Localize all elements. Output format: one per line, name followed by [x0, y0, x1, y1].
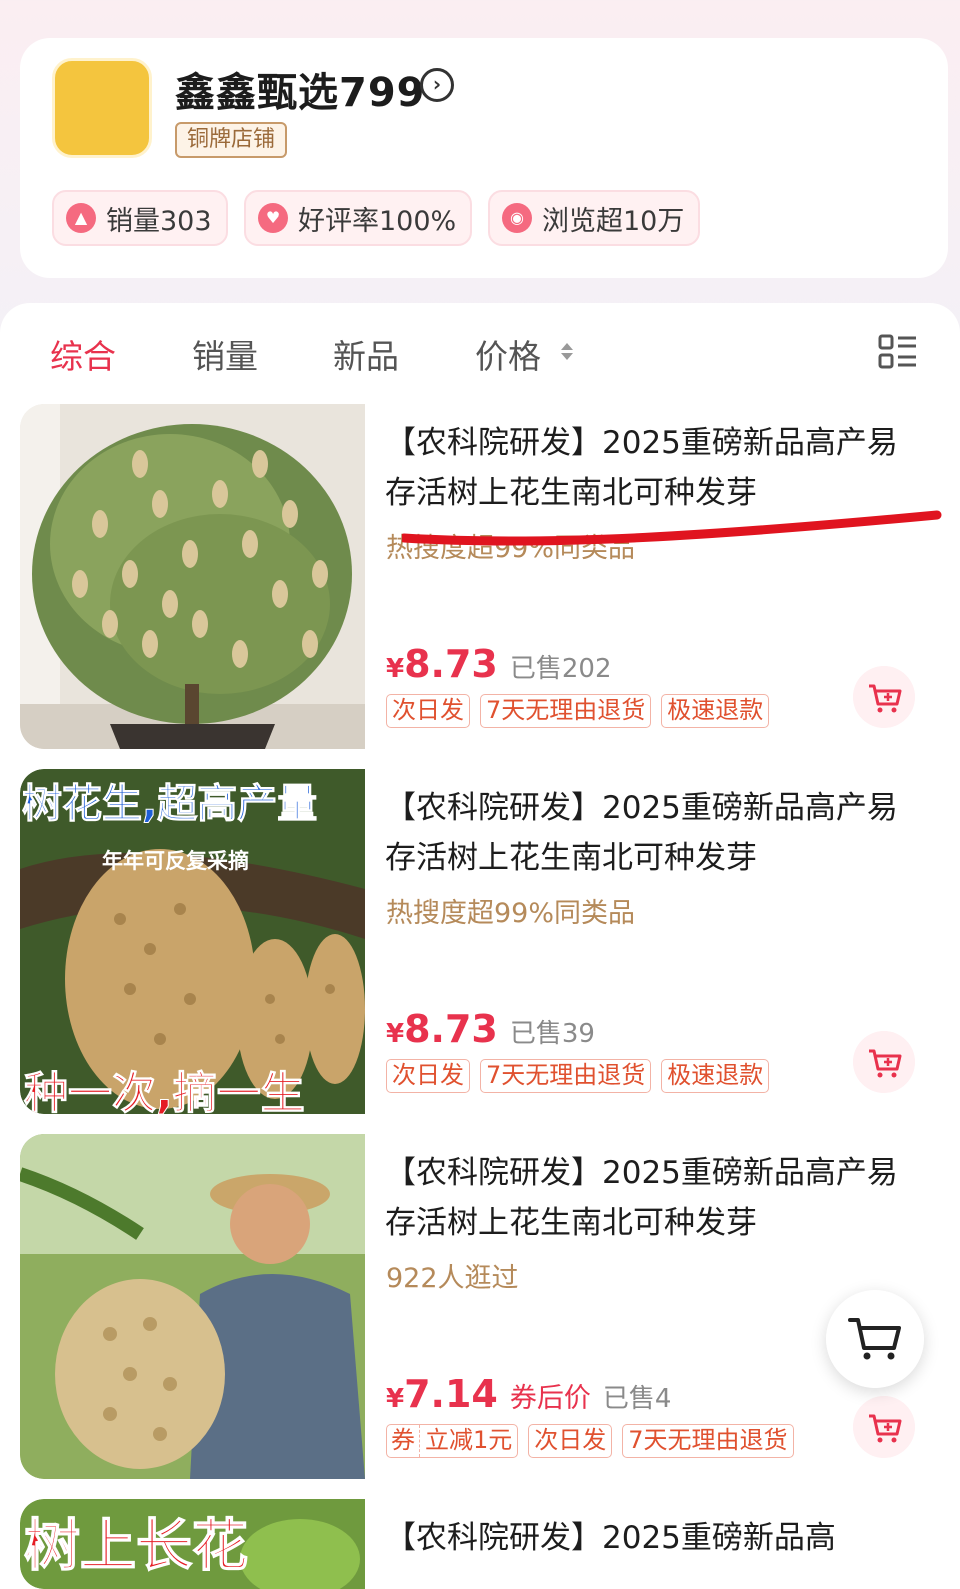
price-row: ¥ 7.14 券后价 已售4: [386, 1372, 671, 1416]
product-card[interactable]: 【农科院研发】2025重磅新品高产易存活树上花生南北可种发芽 热搜度超99%同类…: [20, 404, 948, 749]
currency-symbol: ¥: [386, 654, 405, 684]
product-price: 8.73: [404, 1007, 498, 1051]
currency-symbol: ¥: [386, 1384, 405, 1414]
sort-caret-icon[interactable]: [560, 341, 574, 363]
tag-list: 次日发 7天无理由退货 极速退款: [386, 694, 770, 728]
layout-toggle-icon[interactable]: [878, 334, 918, 370]
tag-next-day: 次日发: [386, 694, 470, 728]
tag-next-day: 次日发: [528, 1424, 613, 1458]
sold-count: 已售202: [509, 654, 612, 684]
stat-views-label: 浏览超10万: [542, 205, 685, 237]
coupon-after-label: 券后价: [509, 1383, 591, 1414]
tag-refund: 极速退款: [661, 694, 770, 728]
tag-return: 7天无理由退货: [480, 694, 652, 728]
sold-count: 已售4: [602, 1384, 672, 1414]
product-title[interactable]: 【农科院研发】2025重磅新品高产易存活树上花生南北可种发芽: [385, 1148, 925, 1248]
stat-sales: ▲ 销量303: [52, 190, 228, 246]
chevron-right-icon[interactable]: ›: [420, 68, 454, 102]
product-card[interactable]: 树上长花 【农科院研发】2025重磅新品高: [20, 1499, 948, 1589]
tab-sales[interactable]: 销量: [192, 330, 258, 378]
tab-price[interactable]: 价格: [475, 330, 541, 378]
price-row: ¥ 8.73 已售39: [386, 1007, 595, 1051]
product-card[interactable]: 【农科院研发】2025重磅新品高产易存活树上花生南北可种发芽 922人逛过 ¥ …: [20, 1134, 948, 1479]
image-subline: 年年可反复采摘: [102, 849, 249, 873]
image-headline: 树上长花: [23, 1513, 249, 1580]
product-image[interactable]: [20, 1134, 365, 1479]
product-hot-label: 热搜度超99%同类品: [386, 898, 636, 929]
currency-symbol: ¥: [386, 1019, 405, 1049]
add-to-cart-icon[interactable]: [853, 666, 915, 728]
peanut-tree-image: [20, 404, 365, 749]
product-price: 8.73: [404, 642, 498, 686]
coupon-mark: 券: [387, 1425, 420, 1457]
product-visitors: 922人逛过: [386, 1263, 519, 1294]
product-hot-label: 热搜度超99%同类品: [386, 533, 636, 564]
tag-next-day: 次日发: [386, 1059, 470, 1093]
tag-return: 7天无理由退货: [480, 1059, 652, 1093]
product-image[interactable]: 树上长花: [20, 1499, 365, 1589]
tag-list: 券 立减1元 次日发 7天无理由退货: [386, 1424, 794, 1458]
tag-refund: 极速退款: [661, 1059, 770, 1093]
shop-logo[interactable]: [52, 58, 152, 158]
product-title[interactable]: 【农科院研发】2025重磅新品高: [385, 1513, 925, 1563]
eye-icon: ◉: [502, 203, 532, 233]
farmer-peanut-image: [20, 1134, 365, 1479]
image-footer: 种一次,摘一生: [24, 1068, 306, 1115]
tag-list: 次日发 7天无理由退货 极速退款: [386, 1059, 770, 1093]
coupon-amount: 立减1元: [425, 1426, 513, 1454]
tab-comprehensive[interactable]: 综合: [50, 330, 116, 378]
shop-badge: 铜牌店铺: [175, 122, 288, 158]
product-card[interactable]: 树花生,超高产量 年年可反复采摘 种一次,摘一生 【农科院研发】2025重磅新品…: [20, 769, 948, 1114]
product-title[interactable]: 【农科院研发】2025重磅新品高产易存活树上花生南北可种发芽: [385, 418, 925, 518]
tag-coupon: 券 立减1元: [386, 1424, 519, 1458]
add-to-cart-icon[interactable]: [853, 1031, 915, 1093]
price-row: ¥ 8.73 已售202: [386, 642, 612, 686]
sold-count: 已售39: [509, 1019, 595, 1049]
product-image[interactable]: [20, 404, 365, 749]
stat-views: ◉ 浏览超10万: [488, 190, 701, 246]
tab-new[interactable]: 新品: [333, 330, 399, 378]
shop-card: 鑫鑫甄选799 › 铜牌店铺 ▲ 销量303 ♥ 好评率100% ◉ 浏览超10…: [20, 38, 948, 278]
floating-cart-icon[interactable]: [826, 1290, 924, 1388]
shop-name[interactable]: 鑫鑫甄选799: [175, 60, 426, 118]
arrow-up-icon: ▲: [66, 203, 96, 233]
heart-icon: ♥: [258, 203, 288, 233]
tag-return: 7天无理由退货: [622, 1424, 794, 1458]
product-title[interactable]: 【农科院研发】2025重磅新品高产易存活树上花生南北可种发芽: [385, 783, 925, 883]
product-price: 7.14: [404, 1372, 498, 1416]
stat-sales-label: 销量303: [106, 205, 212, 237]
stat-rating-label: 好评率100%: [298, 205, 457, 237]
add-to-cart-icon[interactable]: [853, 1396, 915, 1458]
image-headline: 树花生,超高产量: [21, 781, 318, 828]
product-image[interactable]: 树花生,超高产量 年年可反复采摘 种一次,摘一生: [20, 769, 365, 1114]
stat-rating: ♥ 好评率100%: [244, 190, 473, 246]
